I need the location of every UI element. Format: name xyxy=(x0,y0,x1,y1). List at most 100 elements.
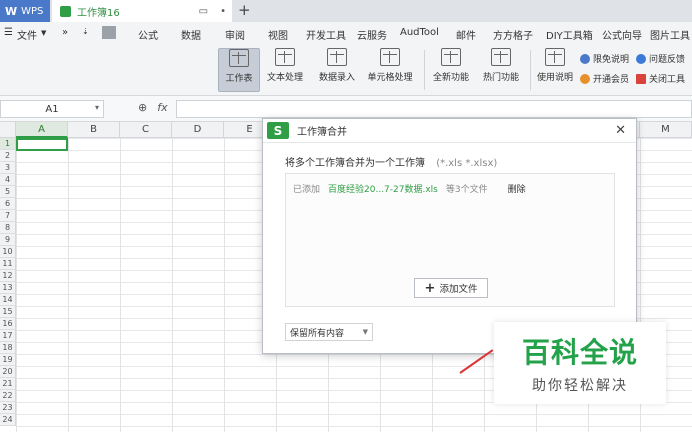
row-header[interactable]: 9 xyxy=(0,234,16,246)
document-icon xyxy=(545,48,565,66)
row-header[interactable]: 12 xyxy=(0,270,16,282)
add-file-button[interactable]: + 添加文件 xyxy=(414,278,488,298)
name-box-value: A1 xyxy=(45,103,59,115)
row-header[interactable]: 17 xyxy=(0,330,16,342)
fx-icon[interactable]: fx xyxy=(157,101,167,114)
chevron-down-icon[interactable]: ▾ xyxy=(95,103,99,112)
column-header-c[interactable]: C xyxy=(120,122,172,138)
chevron-down-icon: ▼ xyxy=(362,328,368,336)
add-file-label: 添加文件 xyxy=(439,284,478,295)
row-header[interactable]: 7 xyxy=(0,210,16,222)
menu-review[interactable]: 审阅 xyxy=(225,27,245,42)
row-header[interactable]: 21 xyxy=(0,378,16,390)
menu-mail[interactable]: 邮件 xyxy=(456,27,476,42)
ribbon-label: 数据录入 xyxy=(318,73,355,83)
menu-cloud[interactable]: 云服务 xyxy=(357,27,387,42)
zoom-icon[interactable]: ⊕ xyxy=(138,101,147,114)
row-header[interactable]: 13 xyxy=(0,282,16,294)
column-header-a[interactable]: A xyxy=(16,122,68,138)
window-icon[interactable]: ▭ xyxy=(199,6,208,17)
vip-link[interactable]: 开通会员 xyxy=(580,72,629,85)
file-status: 已添加 xyxy=(293,185,321,195)
row-header[interactable]: 1 xyxy=(0,138,16,150)
name-box[interactable]: A1 ▾ xyxy=(0,100,104,118)
description-text: 将多个工作簿合并为一个工作簿 xyxy=(285,158,425,169)
file-row: 已添加 百度经验20...7-27数据.xls 等3个文件 删除 xyxy=(293,182,526,195)
close-tab-icon[interactable]: • xyxy=(220,6,226,17)
menu-diy[interactable]: DIY工具箱 xyxy=(546,27,593,42)
question-icon xyxy=(636,53,646,64)
feedback-link[interactable]: 问题反馈 xyxy=(636,52,685,65)
row-header[interactable]: 23 xyxy=(0,402,16,414)
row-header[interactable]: 19 xyxy=(0,354,16,366)
select-all-corner[interactable] xyxy=(0,122,16,138)
dialog-title-bar: S 工作簿合并 ✕ xyxy=(263,119,636,143)
menu-developer[interactable]: 开发工具 xyxy=(306,27,346,42)
menu-formula[interactable]: 公式 xyxy=(138,27,158,42)
row-header[interactable]: 2 xyxy=(0,150,16,162)
column-header-b[interactable]: B xyxy=(68,122,120,138)
column-header-d[interactable]: D xyxy=(172,122,224,138)
row-header[interactable]: 8 xyxy=(0,222,16,234)
spreadsheet-app: W WPS 工作簿16 ▭ • + ☰ 文件 ▼ » ⇣ 公式 数据 审阅 视图… xyxy=(0,0,692,432)
row-header[interactable]: 16 xyxy=(0,318,16,330)
row-header[interactable]: 3 xyxy=(0,162,16,174)
menu-icon[interactable]: ☰ xyxy=(4,27,13,38)
keep-content-value: 保留所有内容 xyxy=(290,328,345,339)
side-label: 关闭工具 xyxy=(649,75,686,85)
ribbon-cell-button[interactable]: 单元格处理 xyxy=(362,48,418,92)
close-tool-link[interactable]: 关闭工具 xyxy=(636,72,685,85)
tag-icon xyxy=(580,53,590,64)
ribbon-label: 使用说明 xyxy=(536,73,573,83)
file-count: 等3个文件 xyxy=(445,185,488,195)
toggle-icon[interactable] xyxy=(102,26,116,39)
menu-view[interactable]: 视图 xyxy=(268,27,288,42)
chevron-down-icon[interactable]: ▼ xyxy=(41,29,46,37)
row-header[interactable]: 22 xyxy=(0,390,16,402)
ribbon-text-button[interactable]: 文本处理 xyxy=(262,48,308,92)
row-header[interactable]: 14 xyxy=(0,294,16,306)
free-info-link[interactable]: 限免说明 xyxy=(580,52,629,65)
more-icon[interactable]: » xyxy=(62,27,68,38)
menu-formula-wizard[interactable]: 公式向导 xyxy=(602,27,642,42)
new-tab-button[interactable]: + xyxy=(238,1,251,19)
active-cell-a1[interactable] xyxy=(16,138,68,151)
watermark: 百科全说 助你轻松解决 xyxy=(494,322,666,404)
ribbon-data-entry-button[interactable]: 数据录入 xyxy=(312,48,362,92)
ribbon-new-features-button[interactable]: 全新功能 xyxy=(428,48,474,92)
crown-icon xyxy=(580,73,590,84)
formula-input[interactable] xyxy=(176,100,692,118)
spreadsheet-icon xyxy=(60,5,71,17)
menu-file[interactable]: 文件 xyxy=(17,27,37,42)
row-header[interactable]: 4 xyxy=(0,174,16,186)
ribbon-label: 单元格处理 xyxy=(367,73,413,83)
menu-data[interactable]: 数据 xyxy=(181,27,201,42)
ribbon-worksheet-button[interactable]: 工作表 xyxy=(218,48,260,92)
row-header[interactable]: 5 xyxy=(0,186,16,198)
row-header[interactable]: 24 xyxy=(0,414,16,426)
side-label: 限免说明 xyxy=(593,55,630,65)
close-icon[interactable]: ✕ xyxy=(615,123,626,138)
row-header[interactable]: 20 xyxy=(0,366,16,378)
menu-picture-tools[interactable]: 图片工具 xyxy=(650,27,690,42)
ribbon-hot-features-button[interactable]: 热门功能 xyxy=(478,48,524,92)
keep-content-select[interactable]: 保留所有内容 ▼ xyxy=(285,323,373,341)
worksheet-icon xyxy=(229,49,249,67)
column-header-m[interactable]: M xyxy=(640,122,692,138)
text-process-icon xyxy=(275,48,295,66)
arrow-icon[interactable]: ⇣ xyxy=(82,27,89,36)
row-header[interactable]: 11 xyxy=(0,258,16,270)
row-header[interactable]: 10 xyxy=(0,246,16,258)
tab-document[interactable]: 工作簿16 ▭ • xyxy=(52,0,232,22)
app-tab-label: WPS xyxy=(21,5,44,17)
ribbon-help-button[interactable]: 使用说明 xyxy=(534,48,576,92)
row-header[interactable]: 6 xyxy=(0,198,16,210)
row-header[interactable]: 18 xyxy=(0,342,16,354)
tab-wps-home[interactable]: W WPS xyxy=(0,0,50,22)
row-header[interactable]: 15 xyxy=(0,306,16,318)
delete-link[interactable]: 删除 xyxy=(508,182,526,195)
side-label: 问题反馈 xyxy=(649,55,686,65)
menu-ffgz[interactable]: 方方格子 xyxy=(493,27,533,42)
menu-audtool[interactable]: AudTool xyxy=(400,27,439,38)
menu-bar: ☰ 文件 ▼ » ⇣ 公式 数据 审阅 视图 开发工具 云服务 AudTool … xyxy=(0,22,692,44)
